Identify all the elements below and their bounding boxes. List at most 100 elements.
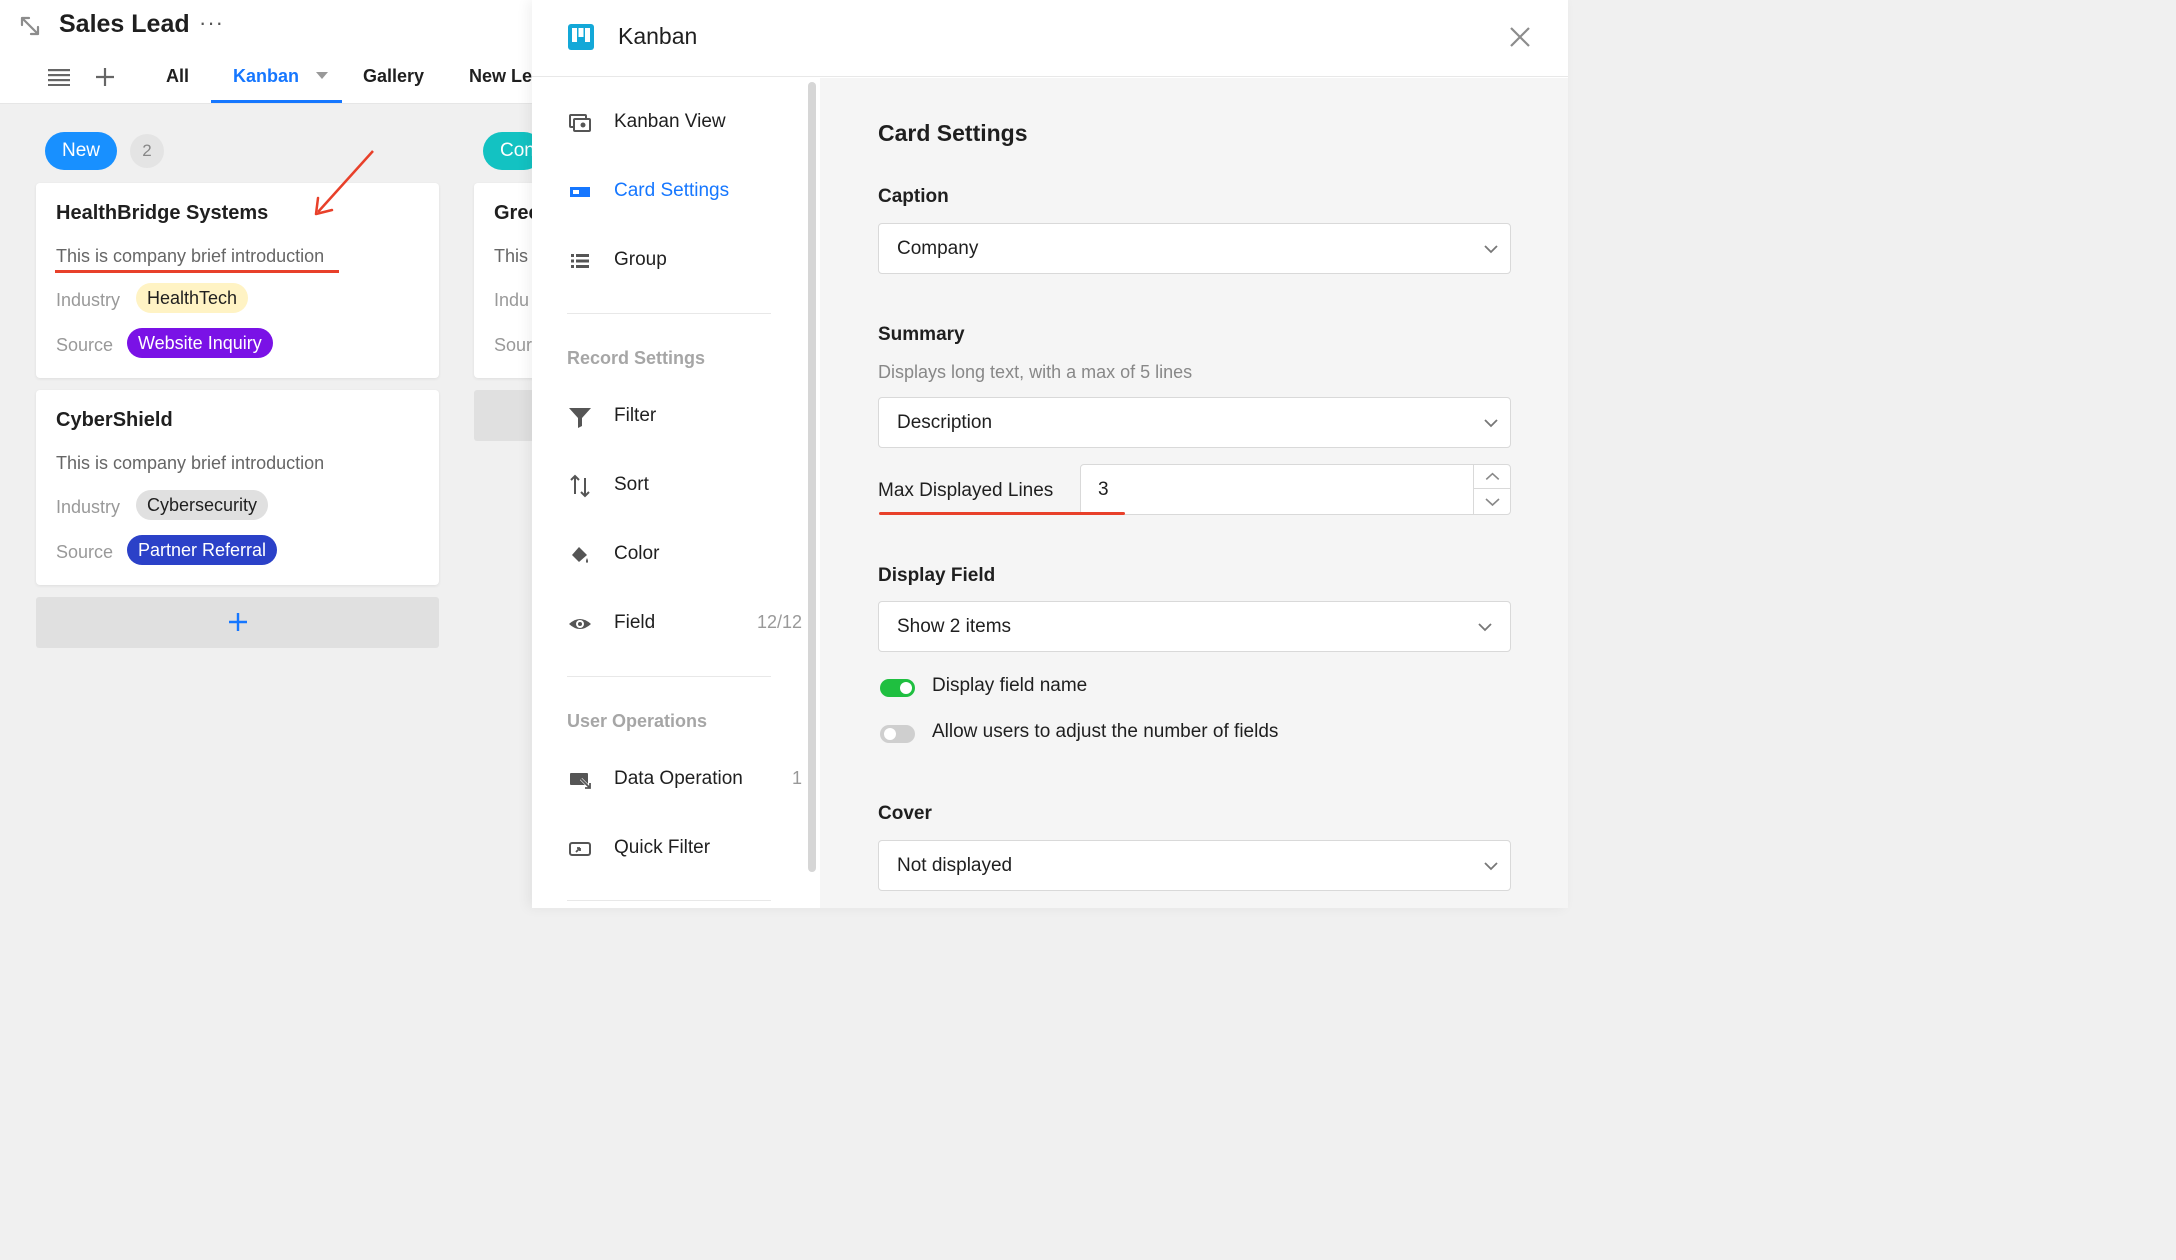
card-settings-icon (570, 187, 590, 197)
nav-label: Card Settings (614, 180, 730, 201)
hamburger-menu-icon[interactable] (48, 68, 70, 86)
add-view-icon[interactable] (94, 66, 116, 88)
allow-adjust-fields-label: Allow users to adjust the number of fiel… (932, 721, 1279, 742)
data-operation-count: 1 (791, 768, 802, 788)
nav-item-card-settings[interactable]: Card Settings (532, 172, 802, 212)
nav-item-field[interactable]: Field 12/12 (532, 604, 802, 644)
scrollbar[interactable] (808, 82, 816, 872)
settings-nav: Kanban View Card Settings Group Record S… (532, 78, 820, 908)
allow-adjust-fields-toggle[interactable] (880, 725, 915, 743)
industry-tag: HealthTech (136, 283, 249, 313)
data-operation-icon (570, 773, 592, 790)
source-tag: Partner Referral (127, 535, 278, 565)
quantity-stepper (1473, 465, 1511, 514)
eye-icon (569, 619, 591, 629)
display-field-name-label: Display field name (932, 675, 1088, 696)
more-options-icon[interactable]: ··· (199, 10, 224, 36)
max-lines-label: Max Displayed Lines (878, 480, 1054, 501)
display-field-select[interactable]: Show 2 items (878, 601, 1511, 652)
industry-label: Indu (494, 290, 530, 310)
tab-all[interactable]: All (166, 66, 189, 87)
summary-select[interactable]: Description (878, 397, 1511, 448)
cover-label: Cover (878, 803, 932, 824)
tab-new-lead[interactable]: New Le (469, 66, 532, 87)
add-card-button[interactable] (36, 597, 439, 648)
display-field-label: Display Field (878, 565, 996, 586)
filter-icon (569, 408, 591, 428)
kanban-settings-drawer: Kanban Kanban View Card Settings Group R… (532, 0, 1568, 908)
toggle-knob (900, 682, 912, 694)
industry-label: Industry (56, 290, 121, 310)
close-icon[interactable] (1509, 26, 1531, 48)
drawer-title: Kanban (618, 23, 698, 49)
source-tag: Website Inquiry (127, 328, 273, 358)
kanban-card[interactable]: HealthBridge Systems This is company bri… (36, 183, 439, 378)
kanban-logo-icon (568, 24, 594, 50)
nav-item-color[interactable]: Color (532, 535, 802, 575)
source-label: Sour (494, 335, 533, 355)
nav-label: Data Operation (614, 768, 743, 789)
source-label: Source (56, 542, 114, 562)
nav-item-kanban-view[interactable]: Kanban View (532, 103, 802, 143)
max-lines-value: 3 (1098, 479, 1109, 500)
tab-gallery[interactable]: Gallery (363, 66, 424, 87)
drawer-header: Kanban (532, 0, 1568, 77)
card-title: HealthBridge Systems (56, 202, 269, 224)
column-header-new: New (45, 132, 118, 170)
section-record-settings: Record Settings (567, 348, 706, 368)
card-description: This is company brief introduction (56, 246, 325, 266)
industry-label: Industry (56, 497, 121, 517)
source-label: Source (56, 335, 114, 355)
caption-select-value: Company (897, 238, 979, 259)
annotation-arrow-icon (314, 150, 374, 216)
caption-select[interactable]: Company (878, 223, 1511, 274)
field-count: 12/12 (756, 612, 802, 632)
chevron-down-icon[interactable] (1474, 490, 1511, 514)
divider (567, 313, 771, 314)
card-settings-panel: Card Settings Caption Company Summary Di… (820, 78, 1568, 908)
summary-label: Summary (878, 324, 965, 345)
tab-kanban[interactable]: Kanban (233, 66, 299, 87)
nav-label: Group (614, 249, 667, 270)
summary-hint: Displays long text, with a max of 5 line… (878, 362, 1193, 382)
chevron-down-icon (1478, 623, 1492, 632)
paint-bucket-icon (572, 547, 588, 563)
nav-item-quick-filter[interactable]: Quick Filter (532, 829, 802, 869)
section-user-operations: User Operations (567, 711, 708, 731)
kanban-view-icon (569, 114, 591, 132)
cover-select[interactable]: Not displayed (878, 840, 1511, 891)
list-group-icon (571, 254, 589, 268)
display-field-select-value: Show 2 items (897, 616, 1012, 637)
divider (567, 676, 771, 677)
display-field-name-toggle[interactable] (880, 679, 915, 697)
caption-label: Caption (878, 186, 949, 207)
nav-item-data-operation[interactable]: Data Operation 1 (532, 760, 802, 800)
divider (567, 900, 771, 901)
chevron-down-icon (1484, 419, 1498, 428)
max-lines-input[interactable]: 3 (1080, 464, 1511, 515)
nav-label: Color (614, 543, 660, 564)
summary-select-value: Description (897, 412, 993, 433)
sort-icon (570, 474, 590, 498)
plus-icon (229, 613, 247, 631)
nav-item-sort[interactable]: Sort (532, 466, 802, 506)
card-description: This (494, 246, 529, 266)
annotation-underline (55, 270, 339, 273)
annotation-underline (879, 512, 1125, 515)
nav-item-filter[interactable]: Filter (532, 397, 802, 437)
nav-item-group[interactable]: Group (532, 241, 802, 281)
caret-down-icon[interactable] (316, 72, 328, 79)
expand-icon[interactable] (18, 14, 42, 38)
page-title: Sales Lead (59, 10, 190, 38)
nav-label: Sort (614, 474, 649, 495)
nav-label: Filter (614, 405, 657, 426)
kanban-card[interactable]: CyberShield This is company brief introd… (36, 390, 439, 585)
chevron-up-icon[interactable] (1474, 465, 1511, 489)
card-description: This is company brief introduction (56, 453, 325, 473)
toggle-knob (884, 728, 896, 740)
chevron-down-icon (1484, 245, 1498, 254)
nav-label: Kanban View (614, 111, 726, 132)
nav-label: Field (614, 612, 656, 633)
card-title: CyberShield (56, 409, 173, 431)
panel-heading: Card Settings (878, 120, 1028, 146)
